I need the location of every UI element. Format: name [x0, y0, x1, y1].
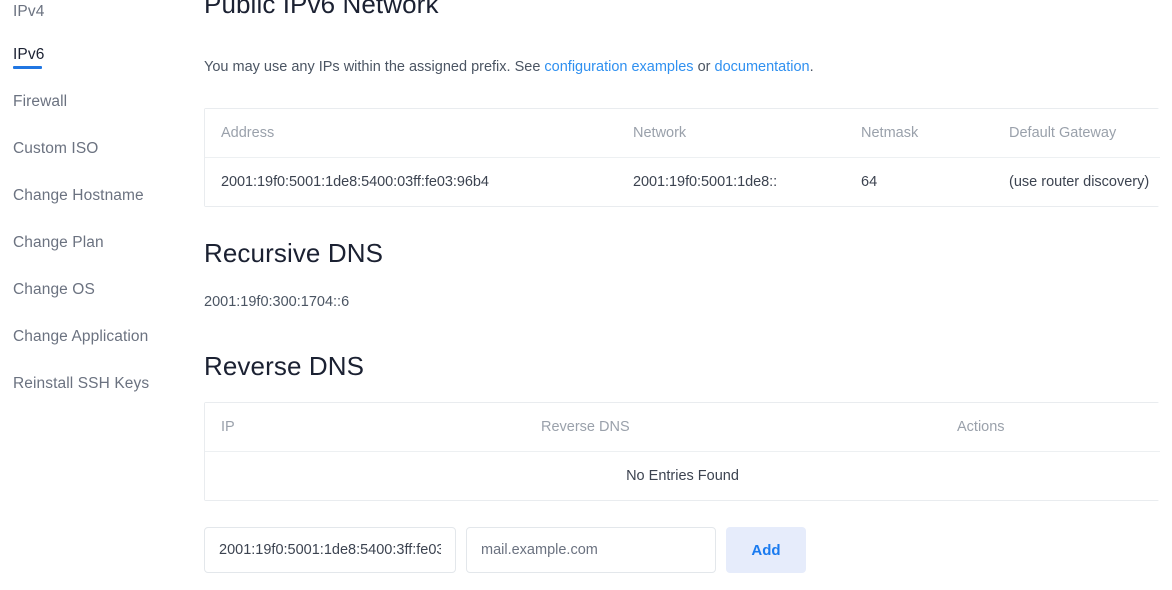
sidebar-item-change-os[interactable]: Change OS	[0, 266, 204, 313]
documentation-link[interactable]: documentation	[715, 59, 810, 75]
sidebar-item-label: Change OS	[13, 280, 95, 298]
sidebar-item-ipv4[interactable]: IPv4	[0, 0, 204, 31]
column-header-netmask: Netmask	[845, 109, 993, 158]
column-header-network: Network	[617, 109, 845, 158]
table-row-empty: No Entries Found	[205, 451, 1160, 500]
table-head: Address Network Netmask Default Gateway	[205, 109, 1160, 158]
column-header-default-gateway: Default Gateway	[993, 109, 1160, 158]
table-body: 2001:19f0:5001:1de8:5400:03ff:fe03:96b4 …	[205, 157, 1160, 206]
recursive-dns-title: Recursive DNS	[204, 238, 384, 268]
add-reverse-dns-form: Add	[204, 527, 806, 573]
sidebar-item-label: IPv4	[13, 3, 45, 20]
sidebar-item-label: Change Application	[13, 327, 149, 345]
sidebar-item-label: Change Plan	[13, 233, 104, 251]
table-header-row: IP Reverse DNS Actions	[205, 403, 1160, 452]
reverse-dns-ip-input[interactable]	[204, 527, 456, 573]
sidebar-item-ipv6[interactable]: IPv6	[0, 31, 204, 78]
column-header-address: Address	[205, 109, 617, 158]
intro-text-prefix: You may use any IPs within the assigned …	[204, 59, 545, 75]
column-header-actions: Actions	[941, 403, 1160, 452]
sidebar-item-change-plan[interactable]: Change Plan	[0, 219, 204, 266]
sidebar-item-firewall[interactable]: Firewall	[0, 78, 204, 125]
empty-state-message: No Entries Found	[205, 451, 1160, 500]
sidebar-item-label: IPv6	[13, 45, 45, 63]
table-head: IP Reverse DNS Actions	[205, 403, 1160, 452]
column-header-reverse-dns: Reverse DNS	[525, 403, 941, 452]
add-reverse-dns-button[interactable]: Add	[726, 527, 806, 573]
reverse-dns-title: Reverse DNS	[204, 351, 365, 381]
column-header-ip: IP	[205, 403, 525, 452]
cell-address: 2001:19f0:5001:1de8:5400:03ff:fe03:96b4	[205, 157, 617, 206]
recursive-dns-value: 2001:19f0:300:1704::6	[204, 294, 350, 310]
public-ipv6-network-title: Public IPv6 Network	[204, 0, 439, 19]
main-content: Public IPv6 Network You may use any IPs …	[204, 0, 1172, 590]
reverse-dns-table: IP Reverse DNS Actions No Entries Found	[204, 402, 1160, 501]
sidebar-item-change-application[interactable]: Change Application	[0, 313, 204, 360]
cell-default-gateway: (use router discovery)	[993, 157, 1160, 206]
cell-netmask: 64	[845, 157, 993, 206]
intro-text-suffix: .	[809, 59, 814, 75]
table-body: No Entries Found	[205, 451, 1160, 500]
settings-sidebar: IPv4 IPv6 Firewall Custom ISO Change Hos…	[0, 0, 204, 590]
sidebar-item-reinstall-ssh-keys[interactable]: Reinstall SSH Keys	[0, 360, 204, 407]
sidebar-item-custom-iso[interactable]: Custom ISO	[0, 125, 204, 172]
public-ipv6-network-table: Address Network Netmask Default Gateway …	[204, 108, 1160, 207]
sidebar-item-label: Change Hostname	[13, 186, 144, 204]
sidebar-nav-list: IPv4 IPv6 Firewall Custom ISO Change Hos…	[0, 0, 204, 407]
sidebar-item-change-hostname[interactable]: Change Hostname	[0, 172, 204, 219]
intro-text-or: or	[693, 59, 715, 75]
configuration-examples-link[interactable]: configuration examples	[544, 59, 693, 75]
sidebar-item-label: Custom ISO	[13, 139, 99, 157]
public-network-table-element: Address Network Netmask Default Gateway …	[205, 109, 1160, 206]
active-indicator	[13, 66, 42, 69]
cell-network: 2001:19f0:5001:1de8::	[617, 157, 845, 206]
reverse-dns-hostname-input[interactable]	[466, 527, 716, 573]
table-header-row: Address Network Netmask Default Gateway	[205, 109, 1160, 158]
sidebar-item-label: Firewall	[13, 92, 68, 110]
reverse-dns-table-element: IP Reverse DNS Actions No Entries Found	[205, 403, 1160, 500]
sidebar-item-label: Reinstall SSH Keys	[13, 374, 150, 392]
ipv6-settings-page: IPv4 IPv6 Firewall Custom ISO Change Hos…	[0, 0, 1172, 590]
table-row: 2001:19f0:5001:1de8:5400:03ff:fe03:96b4 …	[205, 157, 1160, 206]
public-ipv6-intro: You may use any IPs within the assigned …	[204, 25, 1144, 77]
